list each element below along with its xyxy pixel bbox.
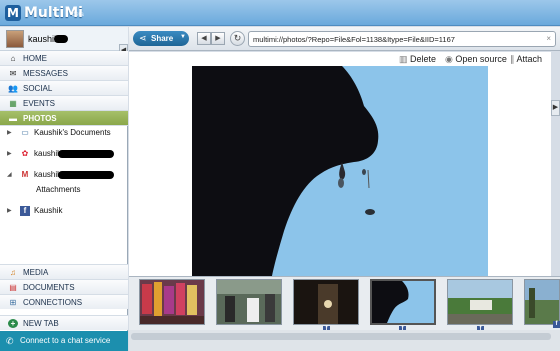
tree-item-label: Kaushik's Documents xyxy=(34,128,111,137)
picasa-icon: ✿ xyxy=(21,149,29,158)
tree-item-facebook[interactable]: ▶ f Kaushik xyxy=(0,203,127,219)
tree-subitem-attachments[interactable]: Attachments xyxy=(36,185,80,194)
sidebar-item-home[interactable]: ⌂ HOME xyxy=(0,51,128,66)
attach-label: Attach xyxy=(516,54,543,64)
sidebar-item-label: HOME xyxy=(23,54,47,63)
photo-viewer: ▥ Delete ◉ Open source ∥ Attach xyxy=(129,52,551,276)
redaction-mark xyxy=(58,171,114,179)
share-icon: ⋖ xyxy=(139,33,147,43)
avatar xyxy=(6,30,24,48)
address-bar[interactable]: multimi://photos/?Repo=File&Fol=1138&Ity… xyxy=(248,31,556,47)
title-bar: M MultiMi beta xyxy=(0,0,560,26)
sidebar-item-social[interactable]: 👥 SOCIAL xyxy=(0,81,128,96)
chevron-down-icon[interactable]: ▼ xyxy=(180,34,186,40)
share-button[interactable]: ⋖ Share ▼ xyxy=(133,31,189,46)
redaction-mark xyxy=(54,35,68,43)
thumbnail[interactable] xyxy=(139,279,205,325)
share-label: Share xyxy=(151,34,174,43)
thumbnail-image xyxy=(294,280,358,324)
folder-icon: ▬ xyxy=(9,114,17,123)
sidebar: kaushik ◀ ⌂ HOME ✉ MESSAGES 👥 SOCIAL ▦ E… xyxy=(0,27,128,351)
home-icon: ⌂ xyxy=(10,54,16,63)
headphones-icon: ♫ xyxy=(10,268,16,277)
computer-icon: ▭ xyxy=(21,128,29,137)
forward-button[interactable]: ▶ xyxy=(211,32,225,45)
sidebar-item-label: NEW TAB xyxy=(23,319,59,328)
sidebar-item-label: MESSAGES xyxy=(23,69,68,78)
scrollbar-thumb[interactable] xyxy=(131,333,551,340)
thumbnail[interactable] xyxy=(293,279,359,325)
chat-icon: ✆ xyxy=(6,336,14,346)
thumbnail-image xyxy=(448,280,512,324)
filmstrip: f f f f xyxy=(129,276,560,333)
thumbnail-image xyxy=(140,280,204,324)
facebook-icon: f xyxy=(553,321,560,328)
tree-item-gmail[interactable]: ◢ M kaushik xyxy=(0,167,127,183)
new-tab-button[interactable]: + NEW TAB xyxy=(0,315,128,330)
chat-connect-label: Connect to a chat service xyxy=(20,336,111,345)
trash-icon: ▥ xyxy=(399,54,408,64)
toolbar: ⋖ Share ▼ ◀ ▶ ↻ multimi://photos/?Repo=F… xyxy=(129,27,560,51)
expand-arrow-icon[interactable]: ▶ xyxy=(7,150,12,157)
user-row[interactable]: kaushik xyxy=(0,27,128,51)
paperclip-icon: ∥ xyxy=(510,54,515,64)
facebook-icon: f xyxy=(20,206,30,216)
chat-connect-button[interactable]: ✆ Connect to a chat service xyxy=(0,331,128,351)
thumbnail-image xyxy=(372,281,434,323)
clear-icon[interactable]: × xyxy=(546,34,551,43)
sidebar-item-label: SOCIAL xyxy=(23,84,53,93)
sidebar-item-connections[interactable]: ⊞ CONNECTIONS xyxy=(0,294,128,309)
tree-item-label: Kaushik xyxy=(34,206,63,215)
expand-panel-button[interactable]: ▶ xyxy=(551,100,560,116)
gmail-icon: M xyxy=(21,170,29,179)
sidebar-item-media[interactable]: ♫ MEDIA xyxy=(0,264,128,279)
sidebar-item-label: CONNECTIONS xyxy=(23,298,83,307)
redaction-mark xyxy=(58,150,114,158)
back-button[interactable]: ◀ xyxy=(197,32,211,45)
sidebar-item-documents[interactable]: ▤ DOCUMENTS xyxy=(0,279,128,294)
expand-arrow-icon[interactable]: ▶ xyxy=(7,207,12,214)
refresh-button[interactable]: ↻ xyxy=(230,31,245,46)
thumbnail[interactable] xyxy=(524,279,560,325)
thumbnail[interactable] xyxy=(216,279,282,325)
address-input[interactable]: multimi://photos/?Repo=File&Fol=1138&Ity… xyxy=(253,35,455,44)
eye-icon: ◉ xyxy=(445,54,453,64)
sidebar-item-label: PHOTOS xyxy=(23,114,57,123)
plus-icon: + xyxy=(8,319,18,328)
app-logo-icon: M xyxy=(5,5,21,21)
thumbnail-image xyxy=(217,280,281,324)
attach-button[interactable]: ∥ Attach xyxy=(510,54,542,65)
filmstrip-scrollbar[interactable] xyxy=(129,330,560,351)
expand-arrow-icon[interactable]: ▶ xyxy=(7,129,12,136)
people-icon: 👥 xyxy=(8,84,18,93)
delete-label: Delete xyxy=(410,54,437,64)
envelope-icon: ✉ xyxy=(9,69,17,78)
thumbnail-image xyxy=(525,280,559,324)
thumbnail[interactable] xyxy=(447,279,513,325)
tree-item-documents[interactable]: ▶ ▭ Kaushik's Documents xyxy=(0,125,127,141)
thumbnail-selected[interactable] xyxy=(370,279,436,325)
tree-item-picasa[interactable]: ▶ ✿ kaushik xyxy=(0,146,127,162)
calendar-icon: ▦ xyxy=(9,99,17,108)
sidebar-item-events[interactable]: ▦ EVENTS xyxy=(0,96,128,111)
open-source-label: Open source xyxy=(455,54,507,64)
sidebar-item-label: DOCUMENTS xyxy=(23,283,75,292)
beta-badge: beta xyxy=(72,12,84,18)
sidebar-item-label: EVENTS xyxy=(23,99,56,108)
collapse-arrow-icon[interactable]: ◢ xyxy=(7,171,12,178)
network-icon: ⊞ xyxy=(9,298,17,307)
document-icon: ▤ xyxy=(9,283,17,292)
main-photo[interactable] xyxy=(192,66,488,276)
sidebar-item-messages[interactable]: ✉ MESSAGES xyxy=(0,66,128,81)
sidebar-item-photos[interactable]: ▬ PHOTOS xyxy=(0,111,128,126)
sidebar-item-label: MEDIA xyxy=(23,268,49,277)
open-source-button[interactable]: ◉ Open source xyxy=(445,54,507,65)
delete-button[interactable]: ▥ Delete xyxy=(399,54,436,65)
